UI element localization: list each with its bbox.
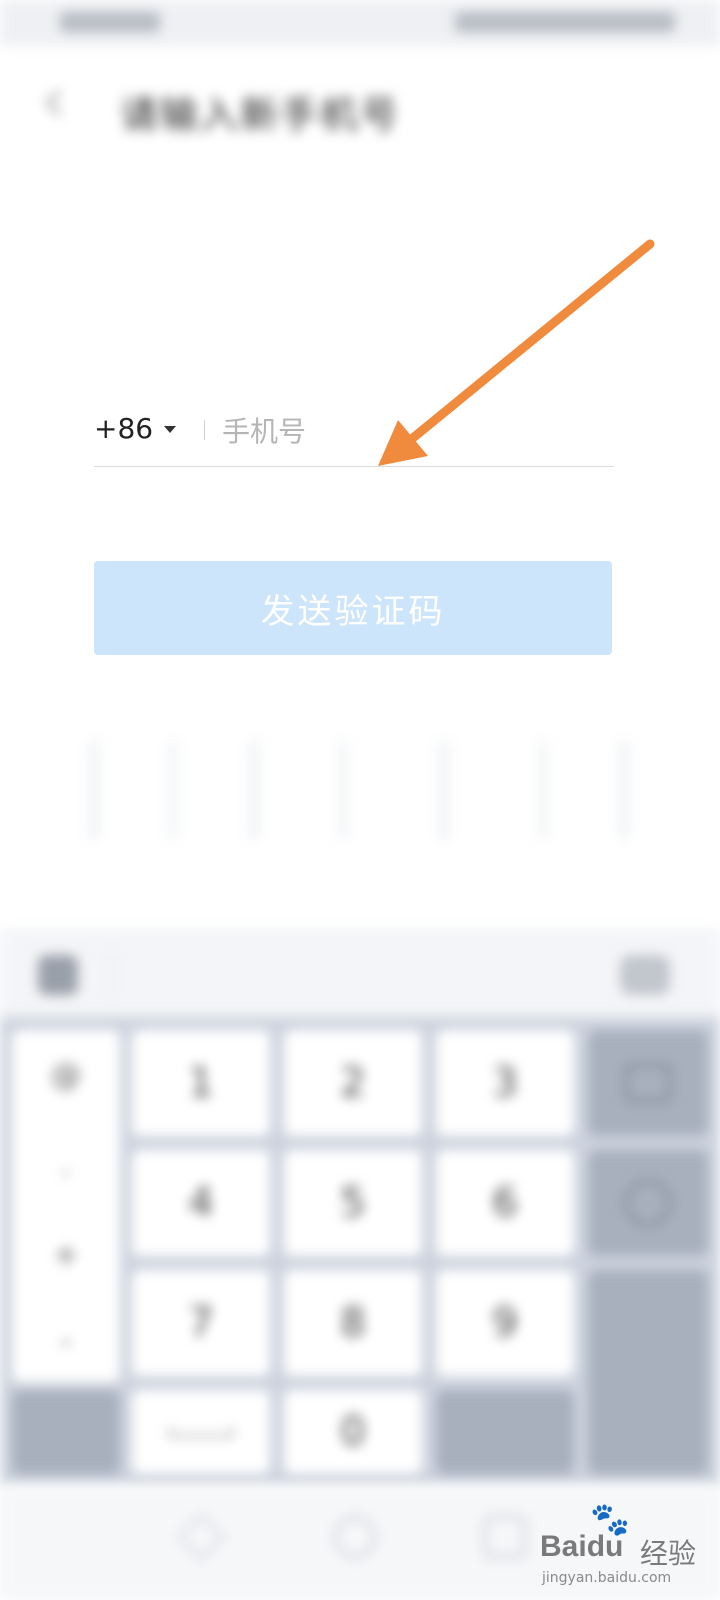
delete-key[interactable] bbox=[588, 1030, 708, 1136]
status-bar bbox=[0, 0, 720, 46]
space-key[interactable] bbox=[132, 1390, 270, 1474]
key-9[interactable]: 9 bbox=[436, 1270, 574, 1376]
key-8[interactable]: 8 bbox=[284, 1270, 422, 1376]
country-code-selector[interactable]: +86 bbox=[94, 412, 153, 445]
nav-back-icon[interactable] bbox=[177, 1513, 225, 1561]
symbol-key[interactable]: . bbox=[12, 1148, 120, 1183]
lang-toggle-key[interactable] bbox=[436, 1390, 574, 1474]
battery-icon bbox=[455, 12, 675, 32]
key-7[interactable]: 7 bbox=[132, 1270, 270, 1376]
toolbar-divider bbox=[110, 953, 112, 995]
phone-number-input[interactable] bbox=[220, 408, 604, 454]
blurred-background-content bbox=[90, 740, 628, 840]
back-icon[interactable] bbox=[40, 88, 70, 118]
watermark-url: jingyan.baidu.com bbox=[542, 1570, 672, 1586]
phone-input-row: +86 bbox=[94, 398, 614, 467]
symbol-key[interactable]: + bbox=[12, 1238, 120, 1273]
nav-home-icon[interactable] bbox=[334, 1516, 376, 1558]
watermark-cn: 经验 bbox=[640, 1537, 697, 1570]
nav-recent-apps-icon[interactable] bbox=[484, 1516, 526, 1558]
page-title: 请输入新手机号 bbox=[120, 93, 401, 137]
signal-icon bbox=[60, 12, 160, 32]
keyboard-hide-icon[interactable] bbox=[620, 955, 670, 995]
key-6[interactable]: 6 bbox=[436, 1150, 574, 1256]
key-2[interactable]: 2 bbox=[284, 1030, 422, 1136]
input-divider bbox=[204, 420, 205, 440]
symbol-key[interactable]: @ bbox=[12, 1058, 120, 1093]
emoji-icon bbox=[625, 1180, 671, 1226]
baidu-jingyan-watermark: 🐾 Baidu 经验 jingyan.baidu.com bbox=[540, 1500, 710, 1592]
dropdown-triangle-icon[interactable] bbox=[164, 426, 176, 433]
symbol-key[interactable]: - bbox=[12, 1324, 120, 1359]
enter-key[interactable] bbox=[588, 1270, 708, 1474]
numeric-keyboard: @ . + - 1 2 3 4 5 6 7 8 9 0 bbox=[0, 1016, 720, 1486]
key-3[interactable]: 3 bbox=[436, 1030, 574, 1136]
key-1[interactable]: 1 bbox=[132, 1030, 270, 1136]
send-code-button[interactable]: 发送验证码 bbox=[94, 561, 612, 655]
backspace-icon bbox=[625, 1064, 671, 1102]
key-4[interactable]: 4 bbox=[132, 1150, 270, 1256]
keyboard-menu-icon[interactable] bbox=[38, 955, 78, 995]
watermark-brand: Baidu bbox=[540, 1530, 624, 1563]
key-0[interactable]: 0 bbox=[284, 1390, 422, 1474]
symbols-toggle-key[interactable] bbox=[12, 1390, 120, 1474]
keyboard-toolbar bbox=[0, 930, 720, 1017]
space-icon bbox=[169, 1427, 233, 1437]
emoji-key[interactable] bbox=[588, 1150, 708, 1256]
key-5[interactable]: 5 bbox=[284, 1150, 422, 1256]
symbol-column[interactable]: @ . + - bbox=[12, 1030, 120, 1382]
